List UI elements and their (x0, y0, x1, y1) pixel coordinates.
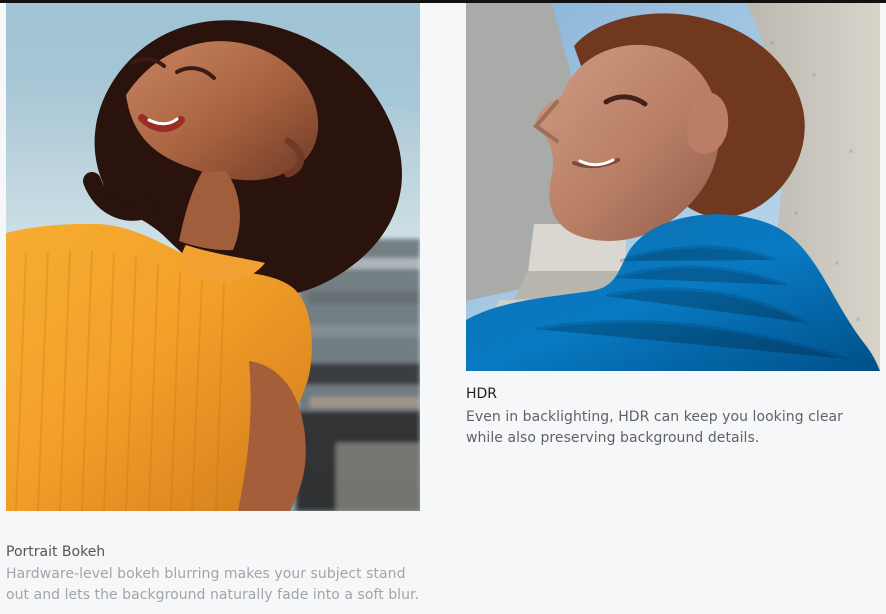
portrait-bokeh-image (6, 3, 420, 511)
hdr-description: Even in backlighting, HDR can keep you l… (466, 409, 843, 446)
hdr-title: HDR (466, 386, 498, 402)
portrait-bokeh-description: Hardware-level bokeh blurring makes your… (6, 566, 420, 603)
camera-feature-page: HDR Even in backlighting, HDR can keep y… (0, 0, 886, 614)
hdr-image (466, 3, 880, 371)
portrait-bokeh-photo (6, 3, 420, 511)
hdr-photo (466, 3, 880, 371)
portrait-bokeh-title: Portrait Bokeh (6, 544, 106, 560)
